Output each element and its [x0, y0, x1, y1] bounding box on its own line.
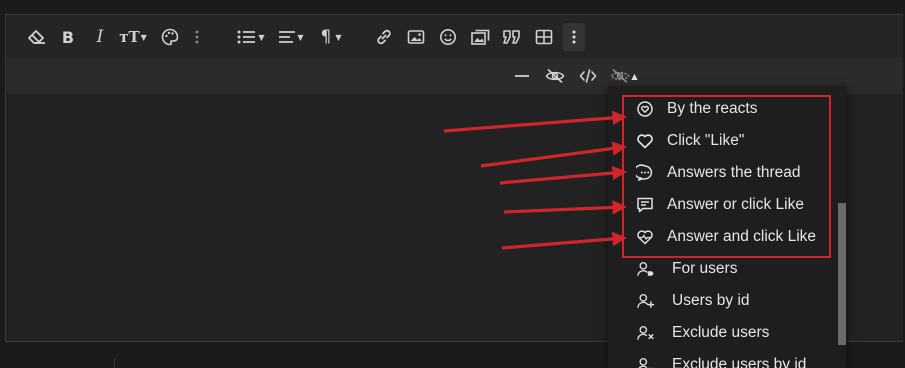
- annotation-arrow: [501, 231, 627, 250]
- annotation-arrow: [443, 110, 627, 133]
- annotation-arrow: [499, 165, 627, 185]
- annotation-arrows: [443, 110, 627, 250]
- annotation-arrow: [480, 141, 627, 168]
- annotation-arrow: [503, 200, 627, 215]
